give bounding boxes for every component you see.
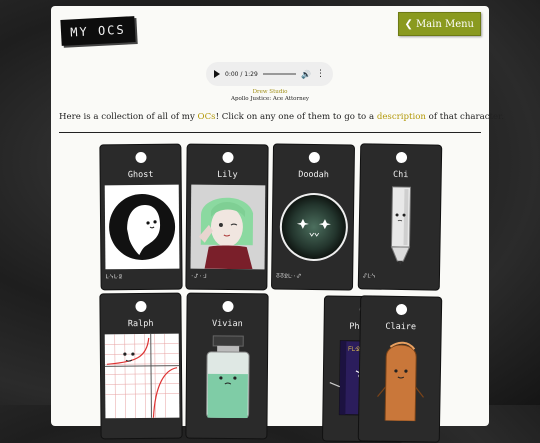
card-name: Vivian xyxy=(211,318,243,330)
logo-text: MY OCS xyxy=(69,22,127,40)
content-panel: MY OCS ❮ Main Menu 0:00 / 1:29 🔊 ⋮ Drew … xyxy=(51,6,504,443)
claire-art xyxy=(363,336,439,422)
chevron-left-icon: ❮ xyxy=(404,18,413,30)
ralph-art xyxy=(104,333,180,419)
card-rune: ᒷᓭᒷᘖ xyxy=(105,274,123,281)
card-name: Doodah xyxy=(298,169,330,181)
audio-player[interactable]: 0:00 / 1:29 🔊 ⋮ xyxy=(206,62,333,86)
chi-art xyxy=(363,184,439,270)
audio-progress-track[interactable] xyxy=(262,73,297,75)
intro-part2: ! Click on any one of them to go to a xyxy=(215,112,377,122)
character-card-chi[interactable]: Chi ᔑᒷᓭ xyxy=(357,143,443,291)
card-hole xyxy=(222,300,234,313)
character-card-lily[interactable]: Lily ·ᔑ·ᒲ xyxy=(185,143,269,291)
card-hole xyxy=(395,303,408,316)
intro-part3: of that character. xyxy=(425,112,504,122)
description-link[interactable]: description xyxy=(377,112,426,122)
intro-part1: Here is a collection of all of my xyxy=(59,112,198,122)
card-hole xyxy=(395,151,408,164)
card-name: Lily xyxy=(217,169,238,181)
lily-art xyxy=(190,184,266,270)
volume-icon[interactable]: 🔊 xyxy=(301,70,311,79)
card-hole xyxy=(308,151,320,164)
card-rune: ·ᔑ·ᒲ xyxy=(190,273,208,280)
divider xyxy=(59,132,481,133)
vivian-art xyxy=(190,333,266,419)
main-menu-button[interactable]: ❮ Main Menu xyxy=(397,12,481,36)
ghost-art xyxy=(104,184,180,270)
card-rune: ᔑᒷᓭ xyxy=(362,273,376,280)
credit-song: Apollo Justice: Ace Attorney xyxy=(230,96,310,102)
ocs-link[interactable]: OCs xyxy=(198,112,216,122)
doodah-art xyxy=(276,184,352,270)
card-hole xyxy=(135,300,147,313)
card-name: Ghost xyxy=(127,169,154,181)
character-card-claire[interactable]: Claire xyxy=(357,295,443,443)
more-options-icon[interactable]: ⋮ xyxy=(316,69,325,79)
main-menu-label: Main Menu xyxy=(415,18,474,30)
credit-artist: Drew Studio xyxy=(252,89,288,95)
character-card-vivian[interactable]: Vivian xyxy=(185,292,269,440)
card-name: Chi xyxy=(392,169,409,181)
character-card-ralph[interactable]: Ralph xyxy=(99,292,183,440)
card-hole xyxy=(135,151,147,164)
card-name: Ralph xyxy=(127,318,154,330)
card-name: Claire xyxy=(385,321,417,333)
character-card-ghost[interactable]: Ghost ᒷᓭᒷᘖ xyxy=(99,143,183,291)
site-logo[interactable]: MY OCS xyxy=(60,16,136,46)
audio-time: 0:00 / 1:29 xyxy=(225,70,258,78)
play-icon[interactable] xyxy=(214,70,220,78)
intro-text: Here is a collection of all of my OCs! C… xyxy=(59,112,504,122)
card-rune: ᘔᘔᘖᒷ·ᔑ xyxy=(276,273,302,280)
card-hole xyxy=(222,151,234,164)
character-card-doodah[interactable]: Doodah ᘔᘔᘖᒷ·ᔑ xyxy=(270,143,356,291)
